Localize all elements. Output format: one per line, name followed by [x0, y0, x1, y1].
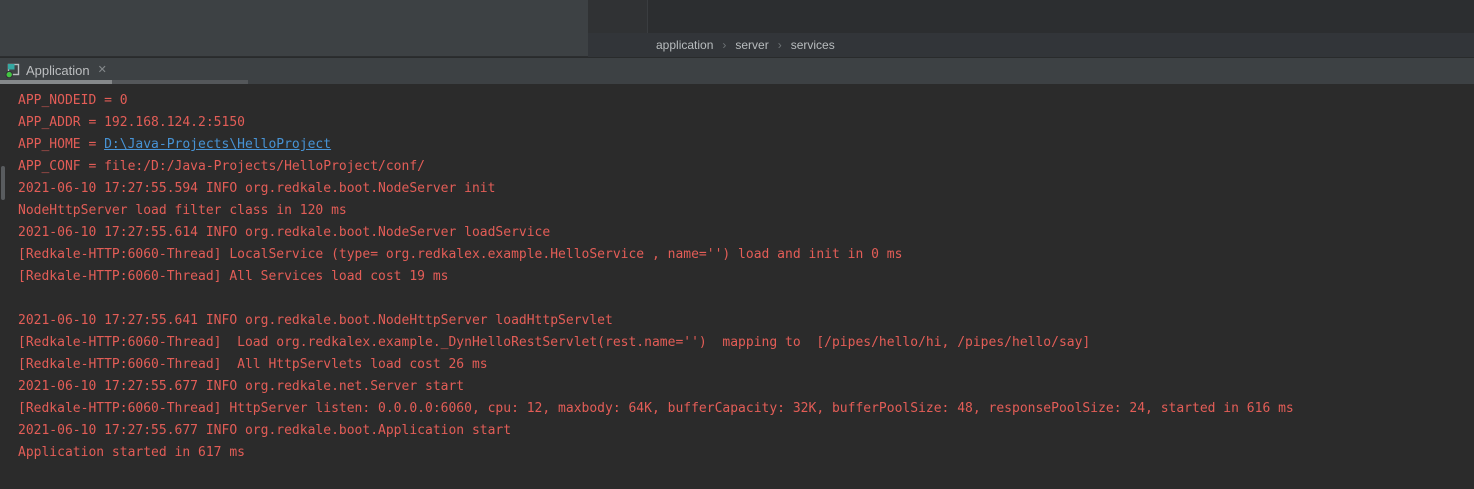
console-line: [Redkale-HTTP:6060-Thread] All Services … — [18, 266, 1294, 288]
console-line: 2021-06-10 17:27:55.594 INFO org.redkale… — [18, 178, 1294, 200]
breadcrumb-item-application[interactable]: application — [656, 38, 713, 52]
breadcrumb-separator-icon: › — [778, 38, 782, 52]
tab-application[interactable]: Application ✕ — [0, 59, 107, 81]
console-line: 2021-06-10 17:27:55.677 INFO org.redkale… — [18, 420, 1294, 442]
console-line: NodeHttpServer load filter class in 120 … — [18, 200, 1294, 222]
log-text: [Redkale-HTTP:6060-Thread] LocalService … — [18, 247, 902, 262]
log-text: APP_HOME = — [18, 137, 104, 152]
log-text: NodeHttpServer load filter class in 120 … — [18, 203, 347, 218]
log-text: APP_CONF = file:/D:/Java-Projects/HelloP… — [18, 159, 425, 174]
console-line: APP_NODEID = 0 — [18, 90, 1294, 112]
console-line: [Redkale-HTTP:6060-Thread] LocalService … — [18, 244, 1294, 266]
console-line — [18, 288, 1294, 310]
log-text: 2021-06-10 17:27:55.614 INFO org.redkale… — [18, 225, 550, 240]
log-text: 2021-06-10 17:27:55.594 INFO org.redkale… — [18, 181, 495, 196]
console-log-lines: APP_NODEID = 0 APP_ADDR = 192.168.124.2:5… — [18, 90, 1294, 464]
console-line: APP_HOME = D:\Java-Projects\HelloProject — [18, 134, 1294, 156]
run-console-icon — [5, 62, 21, 78]
top-left-panel — [0, 0, 588, 57]
log-text: 2021-06-10 17:27:55.677 INFO org.redkale… — [18, 423, 511, 438]
breadcrumb: application › server › services — [588, 33, 1474, 57]
tab-label: Application — [26, 63, 90, 78]
editor-strip — [588, 0, 1474, 33]
console-tab-bar: Application ✕ — [0, 57, 1474, 84]
console-output: APP_NODEID = 0 APP_ADDR = 192.168.124.2:5… — [0, 84, 1474, 489]
log-text: 2021-06-10 17:27:55.641 INFO org.redkale… — [18, 313, 613, 328]
log-text: [Redkale-HTTP:6060-Thread] All HttpServl… — [18, 357, 488, 372]
console-line: [Redkale-HTTP:6060-Thread] HttpServer li… — [18, 398, 1294, 420]
console-line: 2021-06-10 17:27:55.614 INFO org.redkale… — [18, 222, 1294, 244]
console-line: 2021-06-10 17:27:55.677 INFO org.redkale… — [18, 376, 1294, 398]
log-text: APP_NODEID = 0 — [18, 93, 128, 108]
run-tool-window: application › server › services Application … — [0, 0, 1474, 489]
console-scrollbar-thumb[interactable] — [1, 166, 5, 200]
file-path-hyperlink[interactable]: D:\Java-Projects\HelloProject — [104, 137, 331, 152]
console-line: APP_CONF = file:/D:/Java-Projects/HelloP… — [18, 156, 1294, 178]
log-text: APP_ADDR = 192.168.124.2:5150 — [18, 115, 245, 130]
log-text: 2021-06-10 17:27:55.677 INFO org.redkale… — [18, 379, 464, 394]
breadcrumb-separator-icon: › — [722, 38, 726, 52]
console-line: APP_ADDR = 192.168.124.2:5150 — [18, 112, 1294, 134]
console-line: 2021-06-10 17:27:55.641 INFO org.redkale… — [18, 310, 1294, 332]
log-text: [Redkale-HTTP:6060-Thread] HttpServer li… — [18, 401, 1294, 416]
close-icon[interactable]: ✕ — [98, 65, 107, 76]
console-line: [Redkale-HTTP:6060-Thread] Load org.redk… — [18, 332, 1294, 354]
breadcrumb-item-services[interactable]: services — [791, 38, 835, 52]
console-line: Application started in 617 ms — [18, 442, 1294, 464]
breadcrumb-item-server[interactable]: server — [735, 38, 768, 52]
editor-gutter — [588, 0, 648, 33]
log-text: [Redkale-HTTP:6060-Thread] All Services … — [18, 269, 448, 284]
log-text: [Redkale-HTTP:6060-Thread] Load org.redk… — [18, 335, 1090, 350]
console-line: [Redkale-HTTP:6060-Thread] All HttpServl… — [18, 354, 1294, 376]
log-text: Application started in 617 ms — [18, 445, 245, 460]
